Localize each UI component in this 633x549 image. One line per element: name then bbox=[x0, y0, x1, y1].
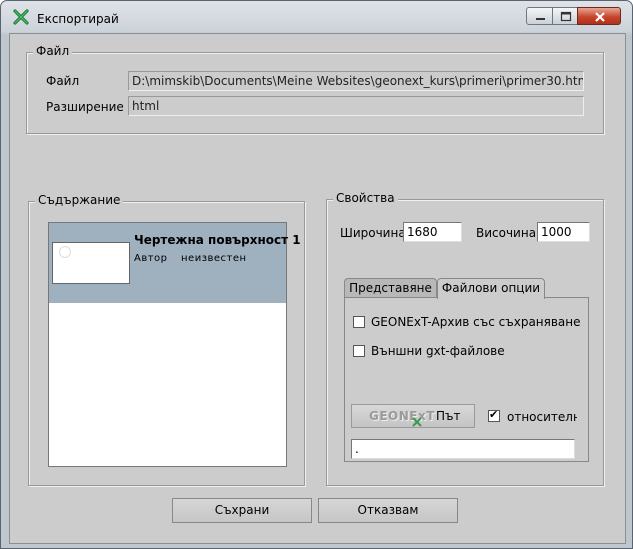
author-label: Автор bbox=[134, 253, 168, 264]
file-group-legend: Файл bbox=[33, 44, 73, 58]
content-group-legend: Съдържание bbox=[35, 193, 124, 207]
close-icon bbox=[595, 12, 605, 22]
extension-field[interactable]: html bbox=[128, 96, 584, 116]
path-input[interactable] bbox=[351, 439, 575, 459]
file-group: Файл bbox=[26, 44, 604, 134]
file-path-field[interactable]: D:\mimskib\Documents\Meine Websites\geon… bbox=[128, 71, 584, 91]
path-button-label: Път bbox=[436, 409, 461, 423]
archive-checkbox-label[interactable]: GEONExT-Архив със съхраняване bbox=[371, 315, 581, 329]
author-value: неизвестен bbox=[181, 253, 247, 264]
circle-icon bbox=[59, 246, 71, 258]
minimize-button[interactable] bbox=[526, 7, 553, 25]
x-mark-icon bbox=[412, 417, 422, 427]
extension-label: Разширение bbox=[46, 100, 124, 114]
relative-checkbox-label[interactable]: относително bbox=[507, 410, 577, 424]
close-button[interactable] bbox=[577, 7, 621, 25]
drawing-thumbnail bbox=[52, 242, 130, 284]
tab-file-options[interactable]: Файлови опции bbox=[437, 278, 545, 299]
height-label: Височина bbox=[476, 226, 537, 240]
width-input[interactable] bbox=[403, 222, 462, 242]
tab-presentation[interactable]: Представяне bbox=[344, 278, 437, 298]
external-gxt-checkbox[interactable] bbox=[353, 345, 365, 357]
relative-checkbox[interactable] bbox=[488, 408, 500, 422]
file-label: Файл bbox=[46, 74, 80, 88]
drawing-list-item[interactable]: Чертежна повърхност 1 Автор неизвестен bbox=[49, 223, 301, 303]
dialog-body: Файл Файл D:\mimskib\Documents\Meine Web… bbox=[9, 33, 626, 544]
window-title: Експортирай bbox=[37, 12, 119, 26]
maximize-button[interactable] bbox=[552, 7, 578, 25]
path-button[interactable]: GEONExT Път bbox=[351, 404, 475, 428]
properties-group-legend: Свойства bbox=[333, 191, 398, 205]
drawing-title: Чертежна повърхност 1 bbox=[134, 233, 301, 247]
external-gxt-checkbox-label[interactable]: Външни gxt-файлове bbox=[371, 344, 505, 358]
archive-checkbox[interactable] bbox=[353, 316, 365, 328]
height-input[interactable] bbox=[537, 222, 590, 242]
width-label: Широчина bbox=[340, 226, 406, 240]
geonext-x-icon bbox=[13, 9, 29, 25]
maximize-icon bbox=[560, 11, 572, 22]
save-button[interactable]: Съхрани bbox=[172, 498, 312, 523]
minimize-icon bbox=[536, 18, 545, 20]
titlebar[interactable]: Експортирай bbox=[1, 1, 632, 33]
geonext-logo-icon: GEONExT bbox=[369, 409, 435, 423]
drawing-list[interactable]: Чертежна повърхност 1 Автор неизвестен bbox=[48, 222, 301, 467]
cancel-button[interactable]: Отказвам bbox=[318, 498, 458, 523]
export-dialog: Експортирай Файл Файл D:\mimskib\Documen… bbox=[0, 0, 633, 549]
